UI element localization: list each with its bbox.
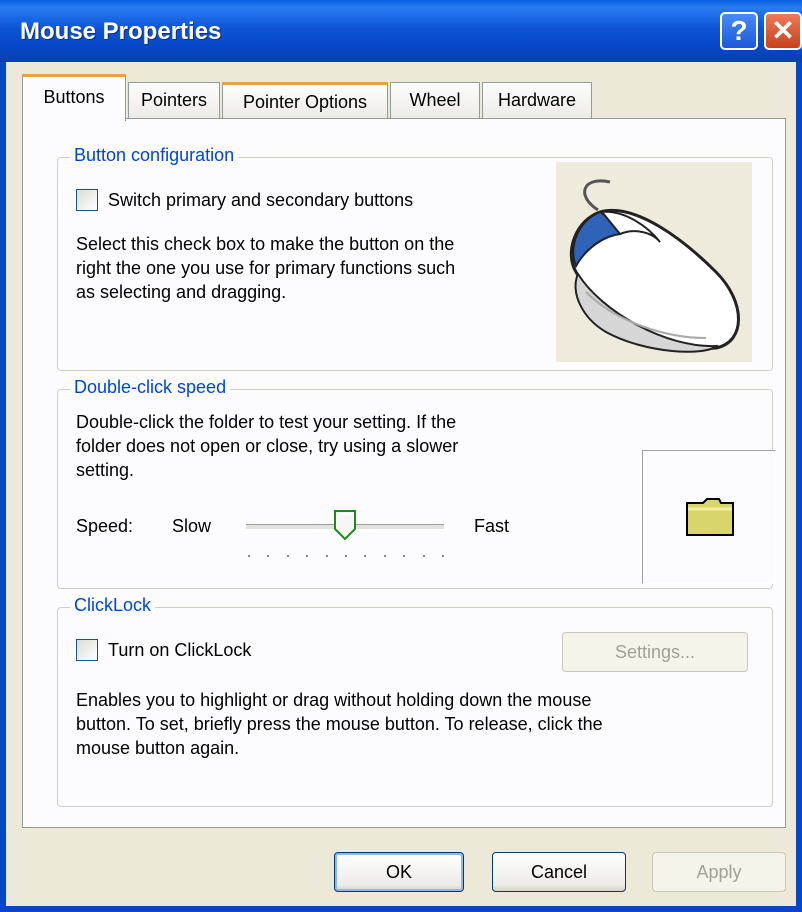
- description-line: folder does not open or close, try using…: [76, 436, 459, 456]
- cancel-button[interactable]: Cancel: [492, 852, 626, 892]
- apply-button[interactable]: Apply: [652, 852, 786, 892]
- mouse-icon: [569, 179, 740, 353]
- switch-buttons-label[interactable]: Switch primary and secondary buttons: [108, 188, 413, 212]
- slider-tick: [384, 555, 386, 557]
- group-double-click-speed: Double-click speed Double-click the fold…: [57, 377, 776, 589]
- tab-label: Pointers: [140, 90, 208, 110]
- tab-label: Wheel: [409, 90, 461, 110]
- tab-label: Hardware: [497, 90, 577, 110]
- slider-tick: [345, 555, 347, 557]
- group-title: ClickLock: [70, 595, 156, 616]
- clicklock-settings-button[interactable]: Settings...: [562, 632, 748, 672]
- speed-label: Speed:: [76, 516, 134, 536]
- tab-buttons[interactable]: Buttons: [22, 74, 126, 121]
- test-folder-area[interactable]: [642, 450, 776, 584]
- double-click-description: Double-click the folder to test your set…: [76, 410, 458, 482]
- group-title: Button configuration: [70, 145, 239, 166]
- tab-wheel[interactable]: Wheel: [390, 82, 480, 118]
- tab-panel-buttons: Button configuration Switch primary and …: [22, 118, 786, 828]
- slider-tick: [287, 555, 289, 557]
- tab-pointer-options[interactable]: Pointer Options: [222, 82, 388, 118]
- switch-buttons-checkbox[interactable]: [76, 189, 98, 211]
- slider-tick: [442, 555, 444, 557]
- mouse-illustration: [556, 162, 752, 362]
- ok-button[interactable]: OK: [334, 852, 464, 892]
- clicklock-description: Enables you to highlight or drag without…: [76, 688, 603, 760]
- slider-tick: [403, 555, 405, 557]
- tab-hardware[interactable]: Hardware: [482, 82, 592, 118]
- slider-tick: [267, 555, 269, 557]
- slider-tick: [364, 555, 366, 557]
- window-frame-bottom: [0, 906, 802, 912]
- slider-tick: [306, 555, 308, 557]
- help-button[interactable]: ?: [720, 12, 758, 50]
- group-button-configuration: Button configuration Switch primary and …: [57, 145, 773, 371]
- slider-tick: [326, 555, 328, 557]
- help-icon: ?: [730, 15, 748, 46]
- tab-label: Pointer Options: [242, 92, 368, 112]
- close-icon: ✕: [771, 15, 795, 46]
- description-line: button. To set, briefly press the mouse …: [76, 714, 603, 734]
- description-line: as selecting and dragging.: [76, 282, 287, 302]
- folder-icon[interactable]: [685, 497, 735, 537]
- window-title: Mouse Properties: [20, 18, 222, 45]
- speed-slider-thumb[interactable]: [334, 510, 356, 540]
- description-line: Enables you to highlight or drag without…: [76, 690, 592, 710]
- description-line: right the one you use for primary functi…: [76, 258, 456, 278]
- tab-label: Buttons: [43, 87, 105, 107]
- speed-slider-ticks: [248, 555, 444, 557]
- description-line: Double-click the folder to test your set…: [76, 412, 457, 432]
- slow-label: Slow: [172, 516, 212, 536]
- slider-tick: [248, 555, 250, 557]
- window-frame-left: [0, 62, 6, 912]
- title-bar: Mouse Properties ? ✕: [0, 0, 802, 62]
- description-line: setting.: [76, 460, 135, 480]
- group-title: Double-click speed: [70, 377, 231, 398]
- description-line: mouse button again.: [76, 738, 240, 758]
- fast-label: Fast: [474, 516, 510, 536]
- clicklock-label[interactable]: Turn on ClickLock: [108, 638, 251, 662]
- close-button[interactable]: ✕: [764, 12, 802, 50]
- tab-pointers[interactable]: Pointers: [128, 82, 220, 118]
- button-config-description: Select this check box to make the button…: [76, 232, 455, 304]
- clicklock-checkbox[interactable]: [76, 639, 98, 661]
- description-line: Select this check box to make the button…: [76, 234, 455, 254]
- window-frame-right: [796, 62, 802, 912]
- slider-tick: [423, 555, 425, 557]
- group-clicklock: ClickLock Turn on ClickLock Settings... …: [57, 595, 773, 807]
